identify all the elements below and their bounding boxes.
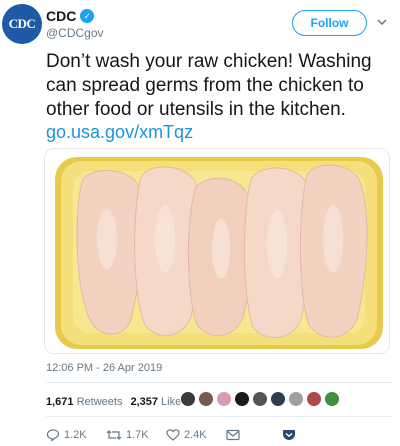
liker-avatars [180, 391, 340, 407]
retweets-stat[interactable]: 1,671 Retweets [46, 396, 122, 408]
reply-icon [46, 429, 60, 442]
liker-avatar[interactable] [270, 391, 286, 407]
chevron-down-icon[interactable] [374, 14, 390, 30]
retweet-button[interactable]: 1.7K [106, 428, 166, 442]
like-button[interactable]: 2.4K [166, 428, 226, 442]
liker-avatar[interactable] [324, 391, 340, 407]
chicken-tray-illustration [45, 149, 389, 353]
tweet-card: CDC CDC ✓ @CDCgov Follow Don’t wash your… [0, 0, 400, 446]
verified-badge-icon: ✓ [80, 9, 95, 23]
likes-count: 2,357 [130, 396, 158, 408]
tweet-text: Don’t wash your raw chicken! Washing can… [46, 51, 372, 120]
retweets-count: 1,671 [46, 396, 74, 408]
retweets-label: Retweets [76, 396, 123, 408]
liker-avatar[interactable] [288, 391, 304, 407]
tweet-image[interactable] [44, 148, 390, 354]
reply-count: 1.2K [64, 429, 87, 441]
like-count: 2.4K [184, 429, 207, 441]
heart-icon [166, 429, 180, 441]
divider [46, 382, 392, 383]
display-name[interactable]: CDC [46, 8, 76, 24]
envelope-icon [226, 429, 240, 441]
name-row: CDC ✓ [46, 8, 95, 24]
engagement-stats: 1,671 Retweets 2,357 Likes [46, 396, 187, 408]
liker-avatar[interactable] [216, 391, 232, 407]
tweet-actions: 1.2K 1.7K 2.4K [46, 428, 296, 442]
liker-avatar[interactable] [234, 391, 250, 407]
liker-avatar[interactable] [180, 391, 196, 407]
pocket-save-button[interactable] [282, 429, 296, 441]
reply-button[interactable]: 1.2K [46, 428, 106, 442]
liker-avatar[interactable] [198, 391, 214, 407]
user-handle[interactable]: @CDCgov [46, 26, 104, 40]
avatar-logo-text: CDC [8, 16, 36, 31]
direct-message-button[interactable] [226, 429, 282, 441]
likes-stat[interactable]: 2,357 Likes [130, 396, 186, 408]
tweet-link[interactable]: go.usa.gov/xmTqz [46, 122, 193, 143]
divider [46, 416, 392, 417]
retweet-icon [106, 430, 122, 440]
avatar[interactable]: CDC [2, 4, 42, 44]
liker-avatar[interactable] [252, 391, 268, 407]
follow-button[interactable]: Follow [292, 10, 367, 36]
retweet-count: 1.7K [126, 429, 149, 441]
liker-avatar[interactable] [306, 391, 322, 407]
pocket-icon [283, 430, 295, 440]
tweet-timestamp[interactable]: 12:06 PM - 26 Apr 2019 [46, 362, 162, 374]
